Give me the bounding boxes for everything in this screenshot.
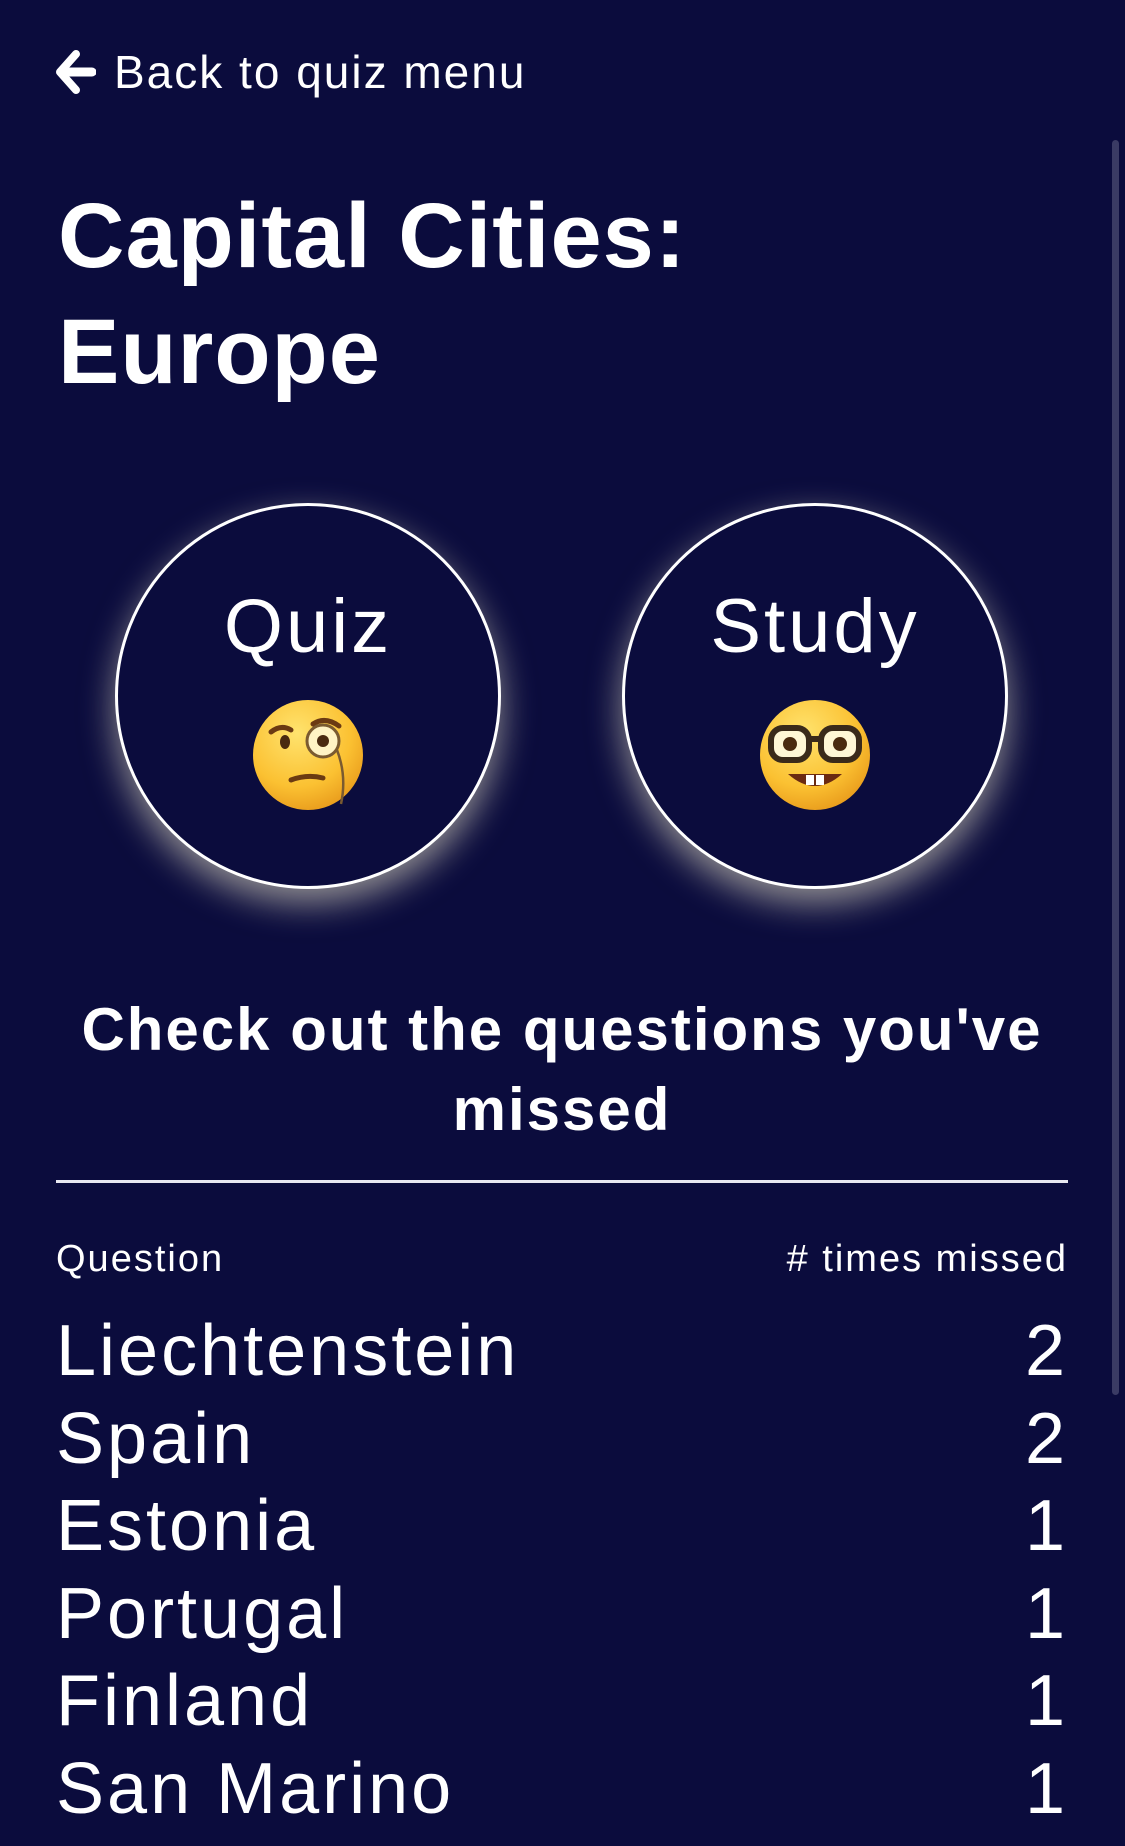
times-missed-column-header: # times missed — [786, 1238, 1068, 1280]
table-row[interactable]: Spain 2 — [56, 1399, 1068, 1487]
times-missed-count: 1 — [1024, 1748, 1068, 1829]
question-name: San Marino — [56, 1748, 455, 1829]
quiz-button-label: Quiz — [223, 584, 393, 669]
scrollbar[interactable] — [1112, 140, 1119, 1395]
question-name: Estonia — [56, 1486, 318, 1566]
back-to-menu-link[interactable]: Back to quiz menu — [56, 42, 526, 102]
divider — [56, 1180, 1068, 1183]
question-name: Liechtenstein — [56, 1311, 520, 1391]
table-row[interactable]: Liechtenstein 2 — [56, 1311, 1068, 1399]
arrow-left-icon — [56, 50, 96, 94]
times-missed-count: 1 — [1024, 1573, 1068, 1654]
table-row[interactable]: Finland 1 — [56, 1661, 1068, 1749]
table-row[interactable]: Estonia 1 — [56, 1486, 1068, 1574]
table-row[interactable]: San Marino 1 — [56, 1749, 1068, 1837]
question-name: Portugal — [56, 1573, 349, 1654]
times-missed-count: 2 — [1024, 1398, 1068, 1479]
table-row[interactable]: Portugal 1 — [56, 1574, 1068, 1662]
question-column-header: Question — [56, 1238, 225, 1280]
question-name: Spain — [56, 1398, 256, 1479]
question-name: Finland — [56, 1661, 314, 1741]
back-link-label: Back to quiz menu — [114, 46, 527, 98]
study-button-label: Study — [710, 584, 920, 669]
missed-questions-list: Liechtenstein 2 Spain 2 Estonia 1 Portug… — [56, 1311, 1068, 1836]
times-missed-count: 2 — [1024, 1311, 1068, 1391]
study-button[interactable]: Study — [622, 503, 1008, 889]
missed-table-header: Question # times missed — [56, 1234, 1068, 1284]
times-missed-count: 1 — [1024, 1486, 1068, 1566]
missed-questions-heading: Check out the questions you've missed — [81, 996, 1043, 1143]
page-title: Capital Cities: Europe — [58, 185, 687, 403]
quiz-button[interactable]: Quiz — [115, 503, 501, 889]
nerd-face-icon — [760, 700, 870, 810]
face-with-monocle-icon — [253, 700, 363, 810]
times-missed-count: 1 — [1024, 1661, 1068, 1741]
